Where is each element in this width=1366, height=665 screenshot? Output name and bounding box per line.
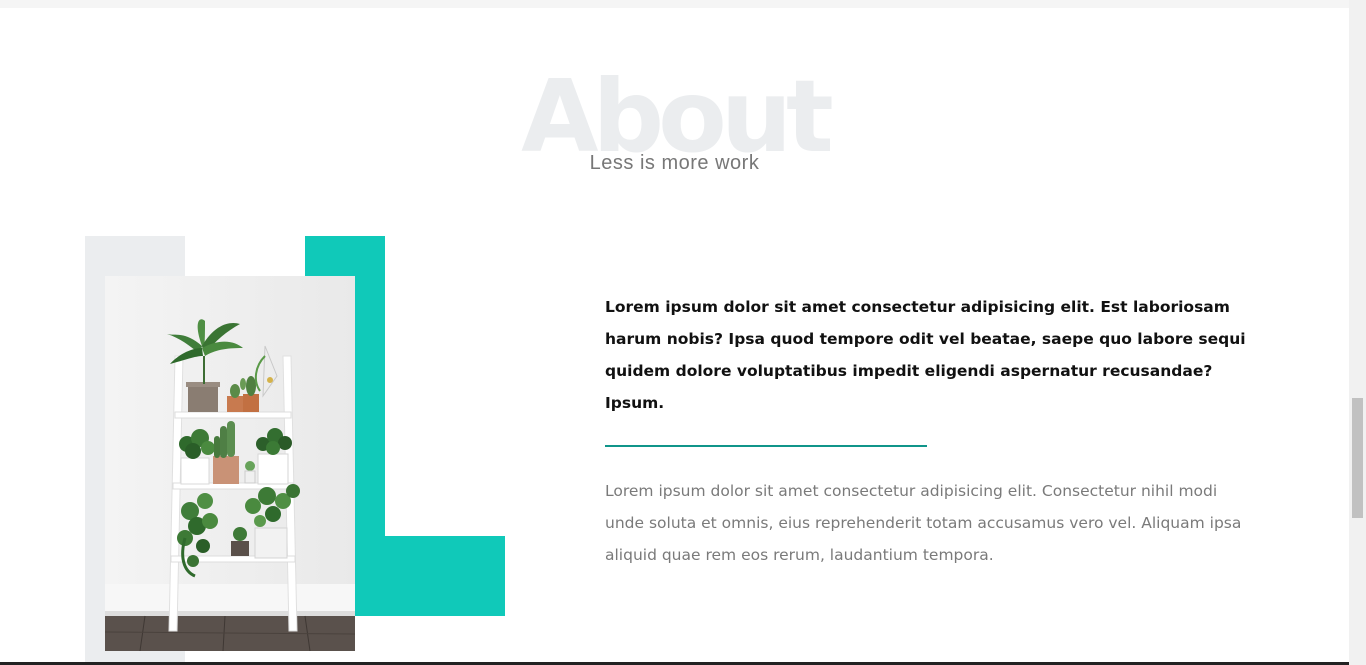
about-body-paragraph: Lorem ipsum dolor sit amet consectetur a…	[605, 482, 1242, 564]
content-divider	[605, 445, 927, 447]
about-section: About Less is more work Lorem ipsum dolo…	[0, 0, 1349, 665]
page-scrollbar[interactable]	[1349, 0, 1366, 665]
about-lead-paragraph: Lorem ipsum dolor sit amet consectetur a…	[605, 298, 1246, 412]
scrollbar-thumb[interactable]	[1352, 398, 1363, 518]
plant-shelf-photo	[105, 276, 355, 651]
section-subtitle: Less is more work	[589, 152, 760, 174]
